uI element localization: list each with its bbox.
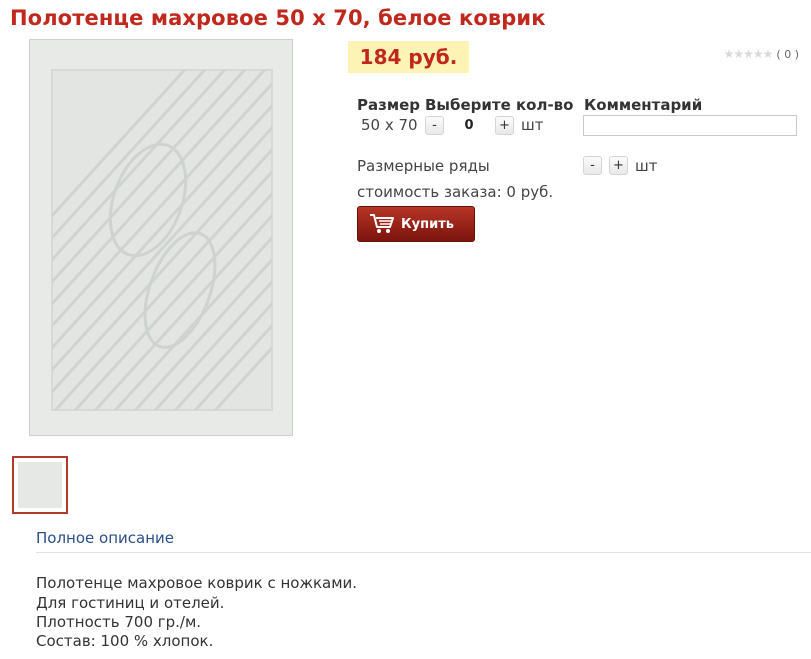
shopping-cart-icon [369,213,395,235]
full-description-link[interactable]: Полное описание [36,529,174,547]
order-total: стоимость заказа: 0 руб. [357,183,554,201]
price-badge: 184 руб. [348,41,469,73]
qty-value[interactable]: 0 [459,118,479,133]
product-title: Полотенце махровое 50 х 70, белое коврик [10,6,546,30]
towel-illustration [30,40,292,435]
description-line: Полотенце махровое коврик с ножками. [36,574,358,592]
buy-button-label: Купить [401,216,454,232]
qty-increase-button[interactable]: + [495,116,514,135]
size-series-unit: шт [635,157,658,175]
review-count: ( 0 ) [776,47,799,61]
description-line: Для гостиниц и отелей. [36,594,225,612]
product-image[interactable] [29,39,293,436]
size-series-increase-button[interactable]: + [609,156,628,175]
description-line: Состав: 100 % хлопок. [36,632,214,650]
column-header-comment: Комментарий [584,96,703,114]
qty-unit: шт [521,116,544,134]
column-header-size: Размер [357,96,421,114]
buy-button[interactable]: Купить [357,206,475,242]
size-value: 50 х 70 [361,116,418,134]
product-thumbnail[interactable] [12,456,68,514]
divider [36,552,811,553]
thumbnail-image [18,462,62,508]
star-rating-icon: ★★★★★ [723,47,774,61]
size-series-label: Размерные ряды [357,157,490,175]
rating[interactable]: ★★★★★ ( 0 ) [724,47,799,61]
size-series-decrease-button[interactable]: - [583,156,602,175]
comment-field[interactable] [583,115,797,136]
description-line: Плотность 700 гр./м. [36,613,202,631]
column-header-qty: Выберите кол-во [425,96,574,114]
qty-decrease-button[interactable]: - [425,116,444,135]
